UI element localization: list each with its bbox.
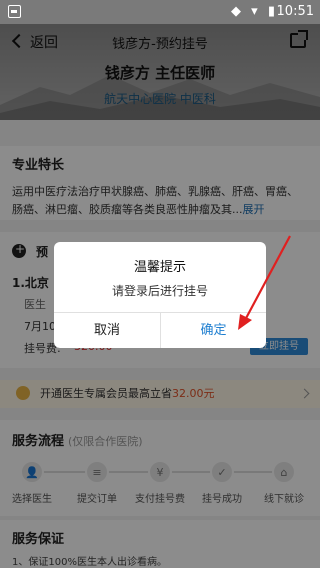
system-icons: ◆ ▾ ▮: [231, 4, 278, 19]
dialog-title: 温馨提示: [133, 260, 186, 275]
status-bar: ◆ ▾ ▮ 10:51: [0, 0, 320, 24]
dialog-message: 请登录后进行挂号: [111, 284, 208, 298]
cancel-button[interactable]: 取消: [54, 313, 160, 348]
confirm-button[interactable]: 确定: [161, 313, 266, 348]
login-prompt-dialog: 温馨提示 请登录后进行挂号 取消 确定: [54, 242, 266, 348]
notification-icon: [8, 5, 21, 18]
clock: 10:51: [276, 4, 314, 19]
